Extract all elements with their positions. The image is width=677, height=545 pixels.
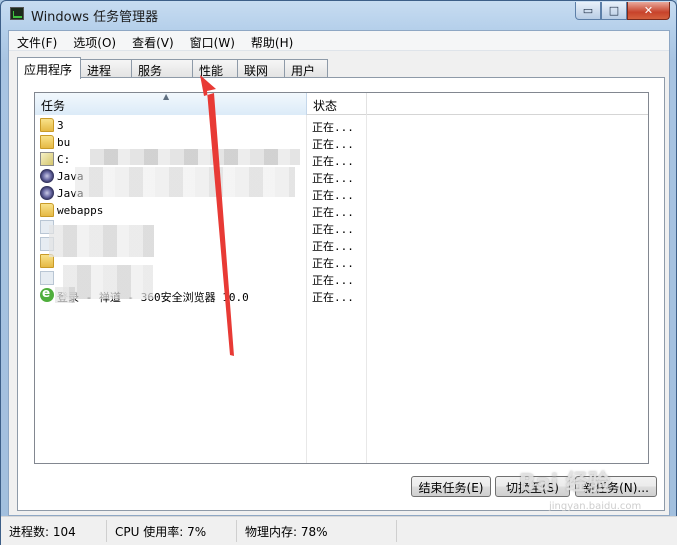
status-memory-usage: 物理内存: 78%	[237, 520, 397, 542]
status-bar: 进程数: 104 CPU 使用率: 7% 物理内存: 78%	[1, 516, 677, 545]
task-status: 正在...	[312, 206, 354, 219]
menu-options[interactable]: 选项(O)	[65, 31, 124, 51]
column-header-status[interactable]: 状态	[307, 93, 367, 115]
folder-icon	[40, 118, 54, 132]
redaction-blur	[90, 149, 300, 165]
folder-icon	[40, 203, 54, 217]
generic-icon	[40, 271, 54, 285]
task-manager-window: Windows 任务管理器 ▭ □ ✕ 文件(F) 选项(O) 查看(V) 窗口…	[0, 0, 677, 545]
list-header: ▲ 任务 状态	[35, 93, 648, 115]
task-status: 正在...	[312, 172, 354, 185]
column-header-task[interactable]: ▲ 任务	[35, 93, 307, 115]
redaction-blur	[75, 167, 295, 197]
task-status: 正在...	[312, 189, 354, 202]
task-status: 正在...	[312, 138, 354, 151]
tab-applications[interactable]: 应用程序	[17, 57, 81, 79]
ie-icon	[40, 286, 54, 302]
tab-networking[interactable]: 联网	[237, 59, 285, 78]
tab-strip: 应用程序 进程 服务 性能 联网 用户	[17, 57, 328, 79]
java-icon	[40, 169, 54, 183]
status-cpu-usage: CPU 使用率: 7%	[107, 520, 237, 542]
redaction-blur	[63, 265, 153, 299]
baidu-watermark: Bai 经验	[519, 471, 610, 496]
column-status-label: 状态	[313, 99, 338, 113]
title-bar[interactable]: Windows 任务管理器 ▭ □ ✕	[1, 1, 676, 29]
tab-services[interactable]: 服务	[131, 59, 193, 78]
task-status: 正在...	[312, 274, 354, 287]
task-name: C:	[57, 153, 71, 166]
task-status: 正在...	[312, 121, 354, 134]
folder-icon	[40, 135, 54, 149]
column-task-label: 任务	[41, 99, 66, 113]
tab-users[interactable]: 用户	[284, 59, 328, 78]
tab-processes[interactable]: 进程	[80, 59, 132, 78]
end-task-button[interactable]: 结束任务(E)	[411, 476, 491, 497]
close-button[interactable]: ✕	[627, 2, 670, 20]
sort-ascending-icon: ▲	[163, 92, 170, 101]
task-list[interactable]: ▲ 任务 状态 3 正在... bu 正在... C: 正在... Java 正在... Jav…	[34, 92, 649, 464]
task-status: 正在...	[312, 291, 354, 304]
table-row[interactable]: webapps 正在...	[35, 202, 648, 219]
table-row[interactable]: 3 正在...	[35, 117, 648, 134]
edit-icon	[40, 152, 54, 166]
maximize-button[interactable]: □	[601, 2, 627, 20]
menu-view[interactable]: 查看(V)	[124, 31, 182, 51]
menu-help[interactable]: 帮助(H)	[243, 31, 301, 51]
task-status: 正在...	[312, 240, 354, 253]
baidu-watermark-url: jingyan.baidu.com	[549, 501, 642, 512]
menu-window[interactable]: 窗口(W)	[182, 31, 243, 51]
status-process-count: 进程数: 104	[1, 520, 107, 542]
redaction-blur	[55, 287, 75, 303]
redaction-blur	[49, 225, 154, 257]
caption-buttons: ▭ □ ✕	[575, 2, 670, 21]
applications-panel: ▲ 任务 状态 3 正在... bu 正在... C: 正在... Java 正在... Jav…	[17, 77, 665, 511]
java-icon	[40, 186, 54, 200]
task-manager-icon	[10, 7, 24, 20]
task-name: webapps	[57, 204, 104, 217]
window-title: Windows 任务管理器	[31, 10, 159, 25]
client-area: 文件(F) 选项(O) 查看(V) 窗口(W) 帮助(H) 应用程序 进程 服务…	[8, 30, 670, 516]
task-name: bu	[57, 136, 71, 149]
minimize-button[interactable]: ▭	[575, 2, 601, 20]
menu-file[interactable]: 文件(F)	[9, 31, 65, 51]
task-status: 正在...	[312, 155, 354, 168]
task-name: 3	[57, 119, 64, 132]
task-status: 正在...	[312, 257, 354, 270]
task-status: 正在...	[312, 223, 354, 236]
menu-bar: 文件(F) 选项(O) 查看(V) 窗口(W) 帮助(H)	[9, 31, 669, 51]
tab-performance[interactable]: 性能	[192, 59, 238, 78]
